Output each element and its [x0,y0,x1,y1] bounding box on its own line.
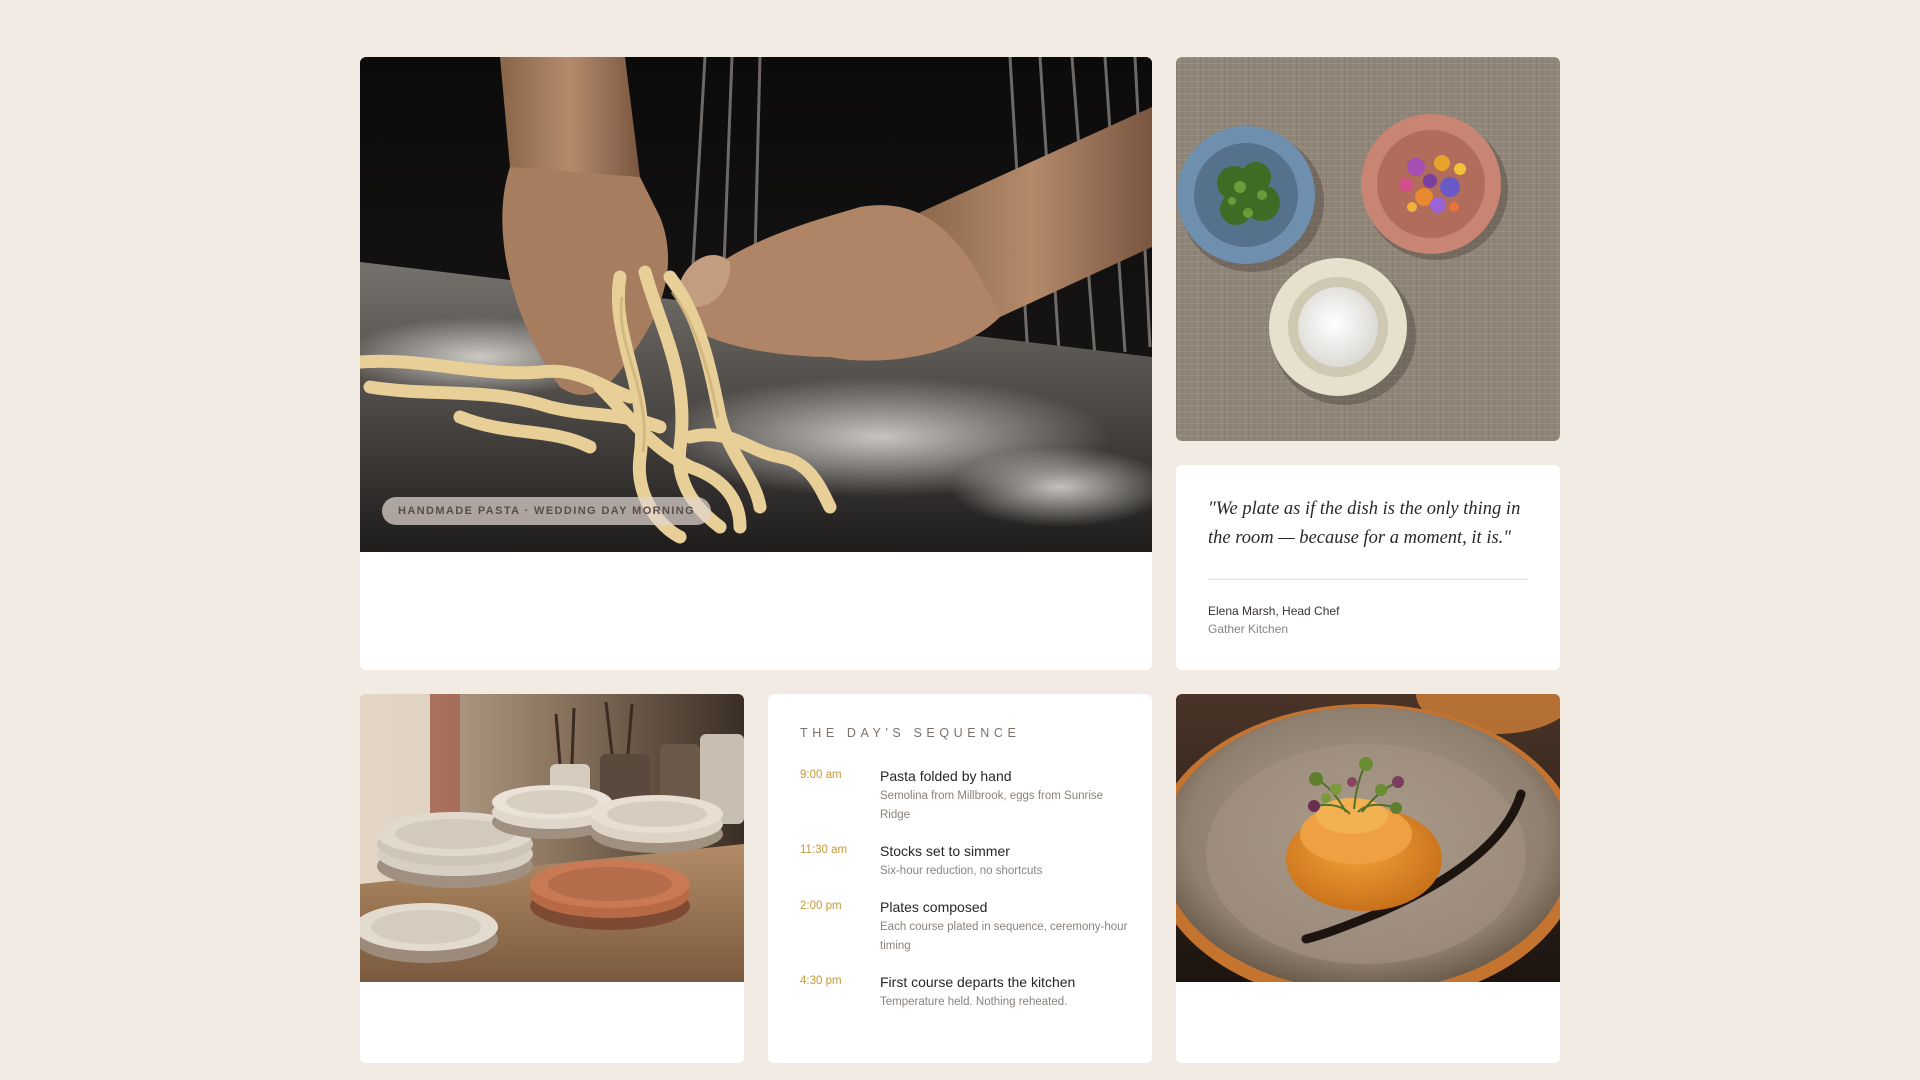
plated-dish-card [1176,694,1560,1063]
sequence-time: 11:30 am [800,844,848,856]
ingredient-bowls-photo [1176,57,1560,441]
plated-dish-photo [1176,694,1560,982]
chef-quote-card: "We plate as if the dish is the only thi… [1176,465,1560,670]
sequence-item: 4:30 pm First course departs the kitchen… [800,973,1130,1012]
sequence-list: 9:00 am Pasta folded by hand Semolina fr… [800,767,1130,1029]
hero-card: HANDMADE PASTA · WEDDING DAY MORNING [360,57,1152,670]
sequence-time: 2:00 pm [800,900,842,912]
quote-author: Elena Marsh, Head Chef [1208,604,1340,618]
ceramic-plates-card [360,694,744,1063]
photo-caption: HANDMADE PASTA · WEDDING DAY MORNING [382,497,712,525]
sequence-title: Plates composed [880,899,988,915]
sequence-title: Pasta folded by hand [880,768,1012,784]
sequence-description: Temperature held. Nothing reheated. [880,996,1068,1008]
sequence-item: 11:30 am Stocks set to simmer Six-hour r… [800,842,1130,881]
sequence-time: 9:00 am [800,769,842,781]
sequence-heading: THE DAY'S SEQUENCE [800,726,1021,740]
sequence-description: Six-hour reduction, no shortcuts [880,865,1043,877]
handmade-pasta-photo: HANDMADE PASTA · WEDDING DAY MORNING [360,57,1152,552]
sequence-time: 4:30 pm [800,975,842,987]
sequence-item: 2:00 pm Plates composed Each course plat… [800,898,1130,956]
ingredient-bowls-card [1176,57,1560,441]
sequence-description: Semolina from Millbrook, eggs from Sunri… [880,790,1104,821]
sequence-title: First course departs the kitchen [880,974,1076,990]
sequence-item: 9:00 am Pasta folded by hand Semolina fr… [800,767,1130,825]
day-sequence-card: THE DAY'S SEQUENCE 9:00 am Pasta folded … [768,694,1152,1063]
quote-organization: Gather Kitchen [1208,622,1289,636]
quote-divider [1208,579,1528,580]
sequence-title: Stocks set to simmer [880,843,1010,859]
quote-text: "We plate as if the dish is the only thi… [1208,499,1521,548]
ceramic-plates-photo [360,694,744,982]
sequence-description: Each course plated in sequence, ceremony… [880,921,1128,952]
